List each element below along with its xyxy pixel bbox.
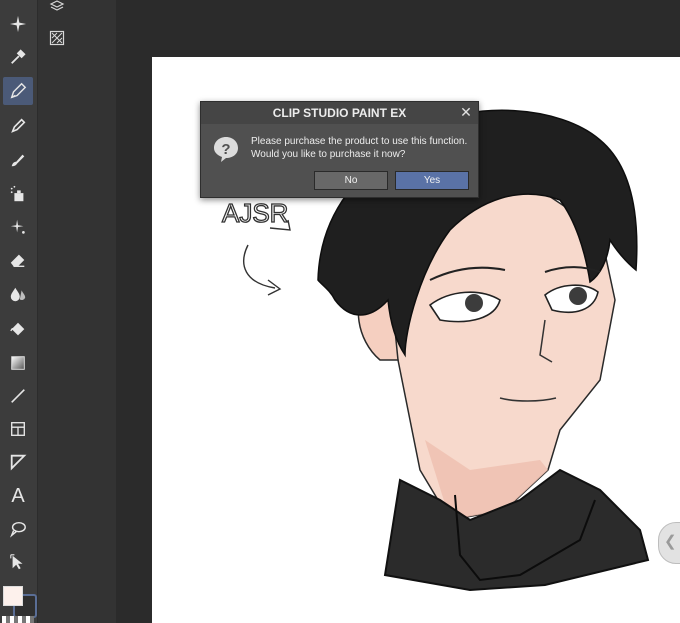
eyedropper-icon[interactable]: [3, 43, 33, 71]
frame-icon[interactable]: [3, 415, 33, 443]
transparent-color-swatch[interactable]: [2, 616, 34, 623]
line-icon[interactable]: [3, 382, 33, 410]
tool-palette: A: [0, 0, 38, 623]
question-icon: ?: [212, 135, 240, 163]
yes-button[interactable]: Yes: [395, 171, 469, 190]
purchase-dialog: CLIP STUDIO PAINT EX ✕ ? Please purchase…: [200, 101, 479, 198]
pen-icon[interactable]: [3, 77, 33, 105]
blend-icon[interactable]: [3, 280, 33, 308]
ruler-icon[interactable]: [3, 448, 33, 476]
sketch-text: AJSR: [222, 198, 288, 228]
select-arrow-icon[interactable]: [3, 548, 33, 576]
gradient-icon[interactable]: [3, 349, 33, 377]
fill-icon[interactable]: [3, 316, 33, 344]
chevron-left-icon: ❮: [664, 533, 677, 550]
pencil-icon[interactable]: [3, 112, 33, 140]
dialog-message-line-2: Would you like to purchase it now?: [251, 149, 406, 160]
airbrush-icon[interactable]: [3, 180, 33, 208]
crosshatch-icon[interactable]: [47, 28, 67, 48]
main-color-swatch[interactable]: [3, 586, 23, 606]
eraser-icon[interactable]: [3, 246, 33, 274]
sparkle-icon[interactable]: [3, 10, 33, 38]
sub-tool-palette: [38, 0, 116, 623]
dialog-message: Please purchase the product to use this …: [251, 135, 473, 161]
decoration-icon[interactable]: [3, 213, 33, 241]
brush-icon[interactable]: [3, 146, 33, 174]
balloon-icon[interactable]: [3, 515, 33, 543]
text-icon[interactable]: A: [3, 482, 33, 510]
svg-text:?: ?: [221, 141, 230, 158]
no-button[interactable]: No: [314, 171, 388, 190]
close-icon[interactable]: ✕: [458, 104, 474, 120]
dialog-title: CLIP STUDIO PAINT EX: [201, 102, 478, 124]
dialog-message-line-1: Please purchase the product to use this …: [251, 136, 468, 147]
layers-icon[interactable]: [47, 0, 67, 16]
